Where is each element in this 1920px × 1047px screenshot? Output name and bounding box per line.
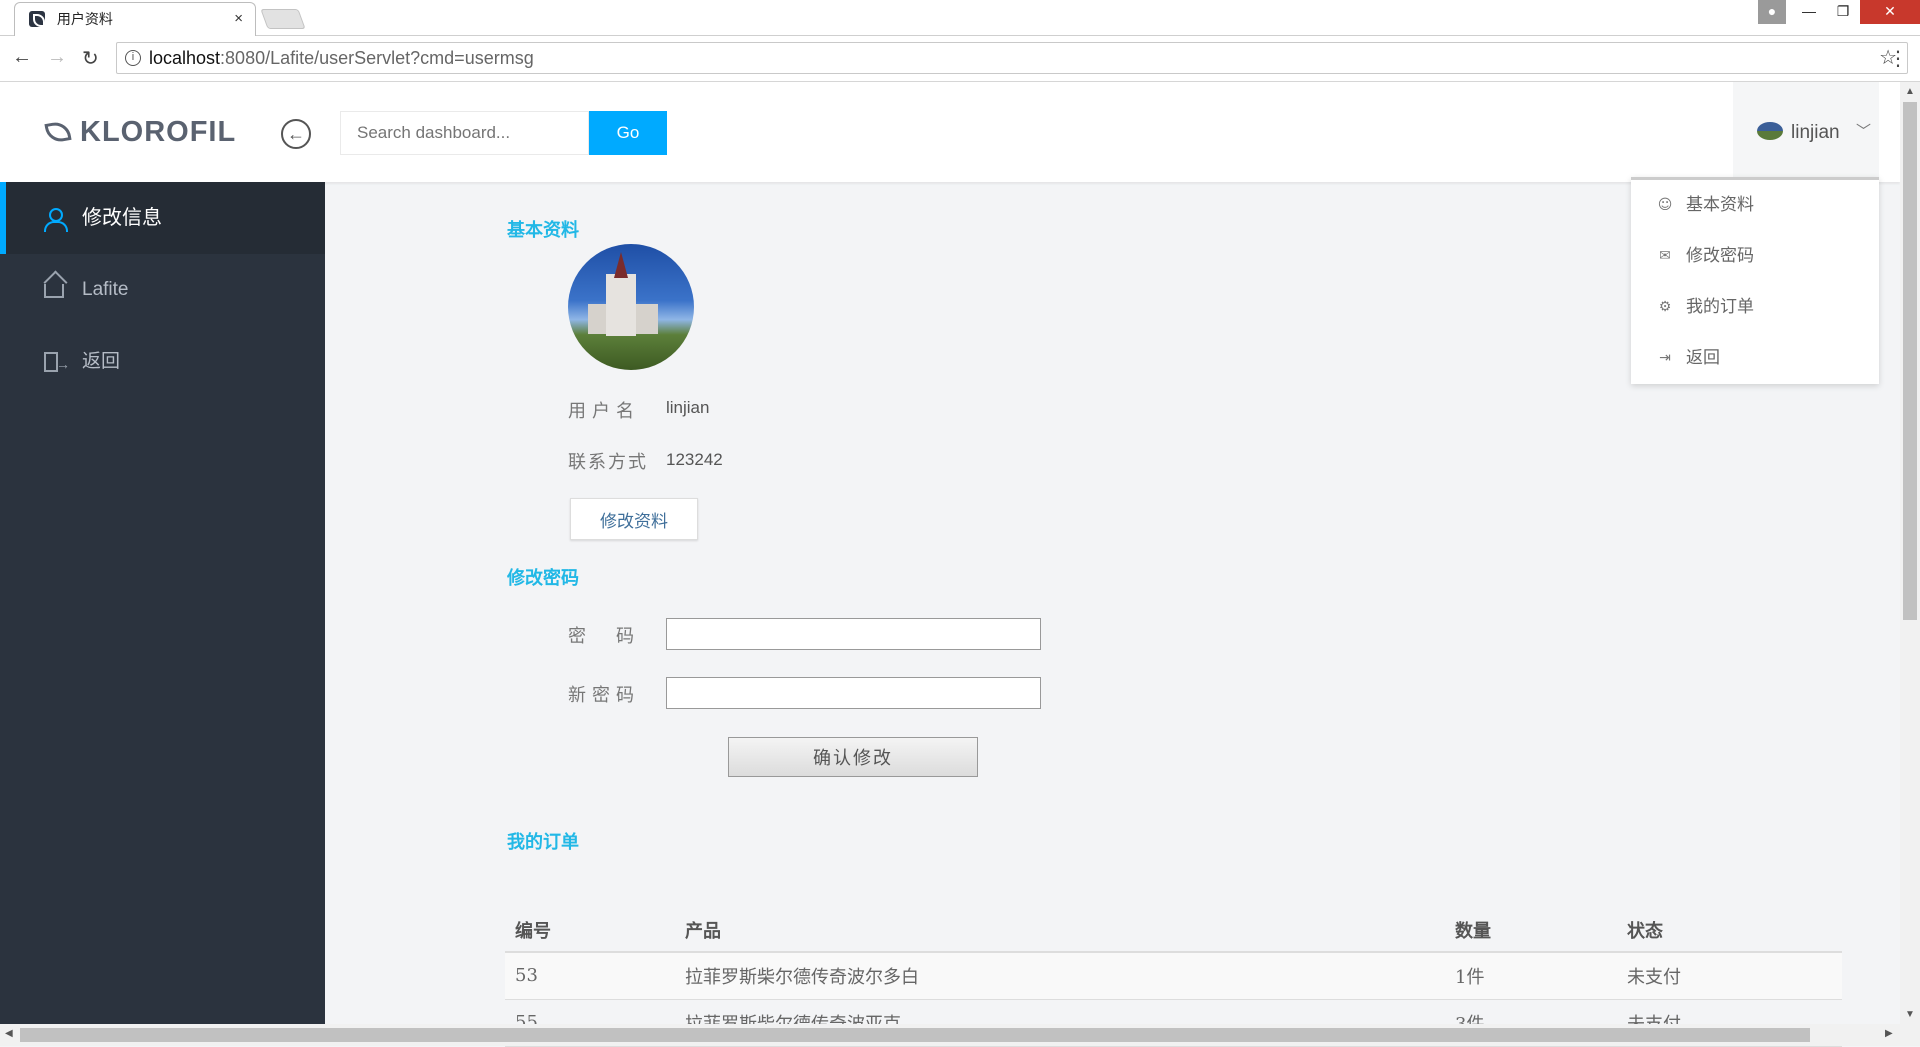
url-path: :8080/Lafite/userServlet?cmd=usermsg <box>220 48 534 68</box>
sidebar-item-label: 返回 <box>82 351 121 372</box>
avatar <box>1757 122 1783 140</box>
user-menu-toggle[interactable]: linjian ﹀ <box>1733 82 1879 182</box>
go-button[interactable]: Go <box>589 111 667 155</box>
gear-icon: ⚙ <box>1658 299 1672 315</box>
username-label: 用户名 <box>568 401 640 422</box>
address-bar[interactable]: i localhost:8080/Lafite/userServlet?cmd=… <box>116 42 1908 74</box>
confirm-change-button[interactable]: 确认修改 <box>728 737 978 777</box>
sidebar: 修改信息 Lafite 返回 <box>0 182 325 1024</box>
user-dropdown-menu: ☺ 基本资料 ✉ 修改密码 ⚙ 我的订单 ⇥ 返回 <box>1631 177 1879 384</box>
contact-value: 123242 <box>666 450 723 469</box>
order-qty: 1件 <box>1445 952 1617 1000</box>
minimize-icon[interactable]: — <box>1792 0 1826 24</box>
order-id: 53 <box>505 952 675 1000</box>
dropdown-item-label: 修改密码 <box>1686 246 1754 266</box>
app-header: KLOROFIL ← Go linjian ﹀ <box>0 82 1900 182</box>
edit-profile-button[interactable]: 修改资料 <box>570 498 698 540</box>
password-field[interactable] <box>666 618 1041 650</box>
profile-icon[interactable]: ● <box>1758 0 1786 24</box>
brand-logo[interactable]: KLOROFIL <box>44 116 237 149</box>
dropdown-item-basic-info[interactable]: ☺ 基本资料 <box>1631 190 1879 241</box>
dropdown-item-change-password[interactable]: ✉ 修改密码 <box>1631 241 1879 292</box>
search-input[interactable] <box>340 111 589 155</box>
table-header-row: 编号 产品 数量 状态 <box>505 908 1842 953</box>
tab-title: 用户资料 <box>56 11 113 27</box>
dropdown-item-label: 我的订单 <box>1686 297 1754 317</box>
back-arrow-icon[interactable]: ← <box>12 46 32 69</box>
browser-toolbar: ← → ↻ i localhost:8080/Lafite/userServle… <box>0 36 1920 82</box>
vertical-scroll-thumb[interactable] <box>1903 102 1917 620</box>
sidebar-item-back[interactable]: 返回 <box>0 326 325 400</box>
user-icon <box>44 208 68 232</box>
sidebar-item-edit-info[interactable]: 修改信息 <box>0 182 325 254</box>
maximize-icon[interactable]: ❐ <box>1826 0 1860 24</box>
tab-close-icon[interactable]: × <box>234 10 243 27</box>
contact-label: 联系方式 <box>568 452 648 473</box>
sidebar-item-lafite[interactable]: Lafite <box>0 254 325 326</box>
forward-arrow-icon[interactable]: → <box>47 46 67 69</box>
scroll-up-icon[interactable]: ▲ <box>1905 86 1915 97</box>
section-title-my-orders: 我的订单 <box>507 832 579 853</box>
close-window-icon[interactable]: ✕ <box>1860 0 1920 24</box>
exit-icon <box>44 328 70 400</box>
profile-picture <box>568 244 694 370</box>
horizontal-scrollbar[interactable]: ◀ ▶ <box>0 1024 1920 1046</box>
section-title-basic-info: 基本资料 <box>507 220 579 241</box>
column-header: 产品 <box>675 908 1445 953</box>
column-header: 状态 <box>1617 908 1842 953</box>
envelope-icon: ✉ <box>1659 248 1671 264</box>
dropdown-item-my-orders[interactable]: ⚙ 我的订单 <box>1631 292 1879 343</box>
scroll-right-icon[interactable]: ▶ <box>1885 1028 1893 1039</box>
home-icon <box>44 284 64 298</box>
sidebar-item-label: 修改信息 <box>82 207 162 229</box>
new-password-field[interactable] <box>666 677 1041 709</box>
order-status: 未支付 <box>1617 952 1842 1000</box>
scroll-down-icon[interactable]: ▼ <box>1905 1009 1915 1020</box>
password-label: 密 码 <box>568 626 640 647</box>
chevron-down-icon: ﹀ <box>1856 123 1872 140</box>
dropdown-item-label: 返回 <box>1686 348 1720 368</box>
dropdown-item-back[interactable]: ⇥ 返回 <box>1631 343 1879 394</box>
username-value: linjian <box>666 398 710 417</box>
reload-icon[interactable]: ↻ <box>82 46 99 71</box>
column-header: 数量 <box>1445 908 1617 953</box>
favicon-icon <box>29 11 45 27</box>
browser-menu-icon[interactable]: ⋮ <box>1888 46 1908 71</box>
header-username: linjian <box>1791 122 1840 143</box>
vertical-scrollbar[interactable]: ▲ ▼ <box>1900 82 1920 1024</box>
toggle-sidebar-arrow-icon[interactable]: ← <box>281 119 311 149</box>
sidebar-item-label: Lafite <box>82 279 129 300</box>
section-title-change-password: 修改密码 <box>507 568 579 589</box>
url-host: localhost <box>149 48 221 68</box>
user-icon: ☺ <box>1657 197 1673 213</box>
exit-icon: ⇥ <box>1659 350 1671 366</box>
browser-tab-strip: 用户资料 × ● — ❐ ✕ <box>0 0 1920 36</box>
horizontal-scroll-thumb[interactable] <box>20 1028 1810 1042</box>
new-password-label: 新密码 <box>568 685 640 706</box>
brand-name: KLOROFIL <box>80 116 237 148</box>
new-tab-button[interactable] <box>260 9 306 29</box>
table-row[interactable]: 53 拉菲罗斯柴尔德传奇波尔多白 1件 未支付 <box>505 952 1842 1000</box>
order-product: 拉菲罗斯柴尔德传奇波尔多白 <box>675 952 1445 1000</box>
scroll-left-icon[interactable]: ◀ <box>5 1028 13 1039</box>
leaf-icon <box>44 120 72 144</box>
dropdown-item-label: 基本资料 <box>1686 195 1754 215</box>
browser-tab[interactable]: 用户资料 × <box>14 2 256 36</box>
window-controls: ● — ❐ ✕ <box>1758 0 1920 24</box>
info-icon[interactable]: i <box>125 50 141 66</box>
column-header: 编号 <box>505 908 675 953</box>
